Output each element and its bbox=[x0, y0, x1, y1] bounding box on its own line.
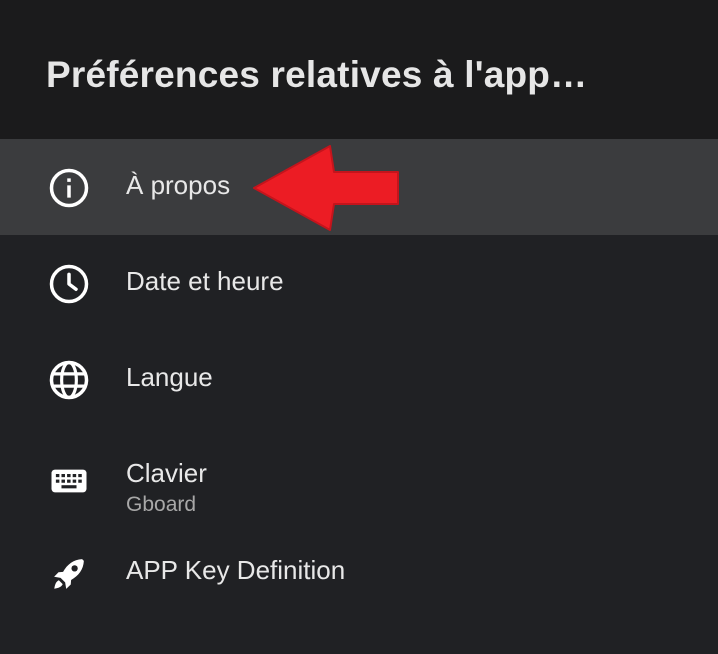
rocket-icon bbox=[48, 553, 90, 595]
menu-item-date-time[interactable]: Date et heure bbox=[0, 235, 718, 331]
menu-item-date-time-label: Date et heure bbox=[126, 266, 284, 296]
menu-item-keyboard-value: Gboard bbox=[126, 493, 197, 516]
info-icon bbox=[48, 167, 90, 209]
annotation-arrow-icon bbox=[250, 142, 402, 234]
header: Préférences relatives à l'app… bbox=[0, 0, 718, 139]
globe-icon bbox=[48, 359, 90, 401]
menu-item-app-key-definition-label: APP Key Definition bbox=[126, 555, 346, 585]
menu-item-keyboard-label: Clavier bbox=[126, 458, 207, 488]
menu-item-language[interactable]: Langue bbox=[0, 331, 718, 427]
menu-item-about-label: À propos bbox=[126, 170, 231, 200]
menu-item-app-key-definition[interactable]: APP Key Definition bbox=[0, 553, 718, 633]
keyboard-icon bbox=[48, 460, 90, 502]
clock-icon bbox=[48, 263, 90, 305]
page-title: Préférences relatives à l'app… bbox=[46, 54, 588, 95]
menu-item-language-label: Langue bbox=[126, 362, 213, 392]
menu-item-keyboard[interactable]: Clavier Gboard bbox=[0, 427, 718, 553]
